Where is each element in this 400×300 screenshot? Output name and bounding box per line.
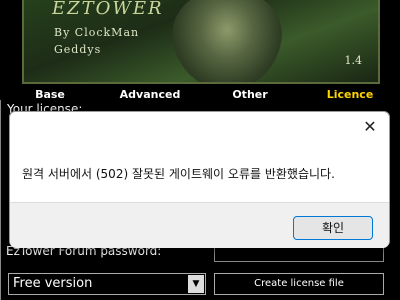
dialog-titlebar: ✕ (10, 112, 389, 142)
chevron-down-icon[interactable]: ▼ (188, 275, 204, 293)
error-message: 원격 서버에서 (502) 잘못된 게이트웨이 오류를 반환했습니다. (22, 167, 335, 181)
version-select-value: Free version (13, 276, 93, 291)
ok-button[interactable]: 확인 (293, 216, 373, 240)
banner-title: EZTOWER (52, 0, 164, 19)
close-icon[interactable]: ✕ (359, 116, 381, 138)
creature-art (172, 0, 282, 82)
version-select[interactable]: Free version ▼ (8, 273, 206, 295)
banner-credits: By ClockMan Geddys (54, 24, 139, 58)
banner-version: 1.4 (344, 54, 363, 67)
credit-line: By ClockMan (54, 26, 140, 39)
create-license-button[interactable]: Create license file (214, 273, 384, 295)
dialog-body: 원격 서버에서 (502) 잘못된 게이트웨이 오류를 반환했습니다. (10, 142, 389, 202)
banner-image: EZTOWER By ClockMan Geddys 1.4 (22, 0, 380, 84)
dialog-footer: 확인 (10, 202, 389, 248)
error-dialog: ✕ 원격 서버에서 (502) 잘못된 게이트웨이 오류를 반환했습니다. 확인 (9, 111, 390, 248)
credit-line: Geddys (54, 43, 102, 56)
